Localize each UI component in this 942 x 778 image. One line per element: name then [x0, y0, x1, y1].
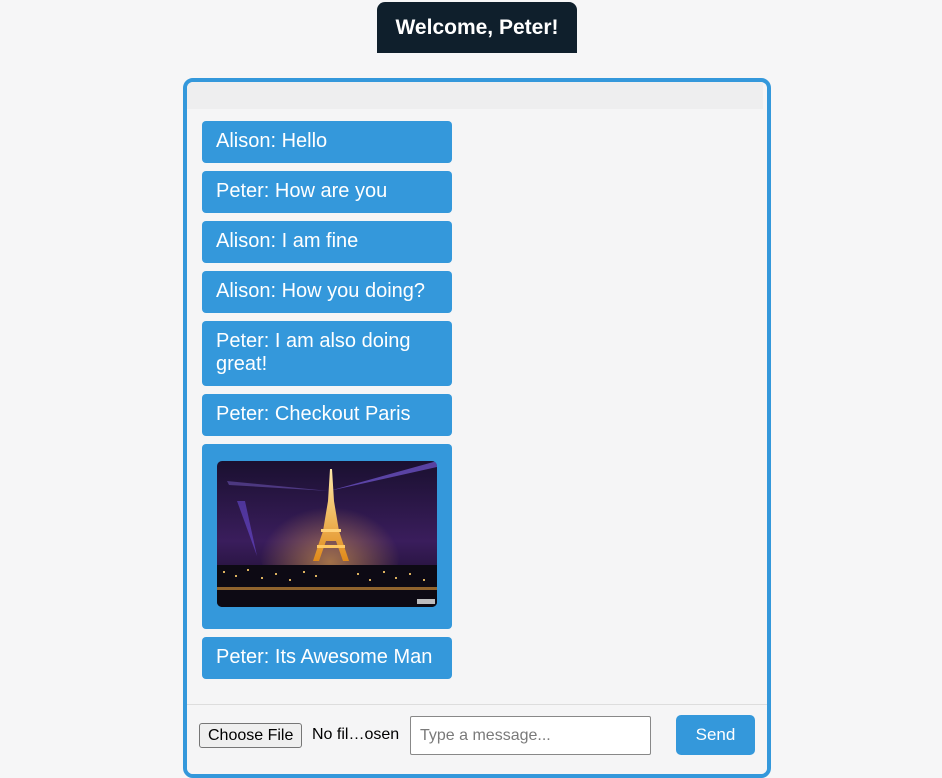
message-text: Peter: Its Awesome Man	[216, 646, 433, 668]
message-text: Alison: Hello	[216, 130, 328, 152]
message-bubble: Peter: Its Awesome Man	[202, 637, 452, 679]
message-bubble: Alison: How you doing?	[202, 271, 452, 313]
message-bubble: Peter: Checkout Paris	[202, 394, 452, 436]
message-text: Peter: I am also doing great!	[216, 330, 411, 375]
message-composer: Choose File No fil…osen Send	[187, 704, 767, 774]
chat-window: Alison: Hello Peter: How are you Alison:…	[183, 78, 771, 778]
choose-file-button[interactable]: Choose File	[199, 723, 303, 748]
file-status-text: No fil…osen	[312, 726, 400, 743]
message-bubble: Peter: How are you	[202, 171, 452, 213]
message-text: Alison: How you doing?	[216, 280, 426, 302]
welcome-text: Welcome, Peter!	[395, 15, 559, 39]
message-bubble: Peter: I am also doing great!	[202, 321, 452, 386]
welcome-banner: Welcome, Peter!	[377, 2, 577, 53]
image-message-bubble	[202, 444, 452, 629]
message-text: Alison: I am fine	[216, 230, 359, 252]
message-bubble: Alison: I am fine	[202, 221, 452, 263]
message-input[interactable]	[410, 716, 651, 755]
send-button[interactable]: Send	[676, 715, 755, 755]
message-text: Peter: Checkout Paris	[216, 403, 411, 425]
message-list[interactable]: Alison: Hello Peter: How are you Alison:…	[202, 121, 452, 687]
message-text: Peter: How are you	[216, 180, 388, 202]
message-bubble: Alison: Hello	[202, 121, 452, 163]
eiffel-tower-photo[interactable]	[217, 461, 437, 607]
chat-header-bar	[187, 82, 763, 109]
